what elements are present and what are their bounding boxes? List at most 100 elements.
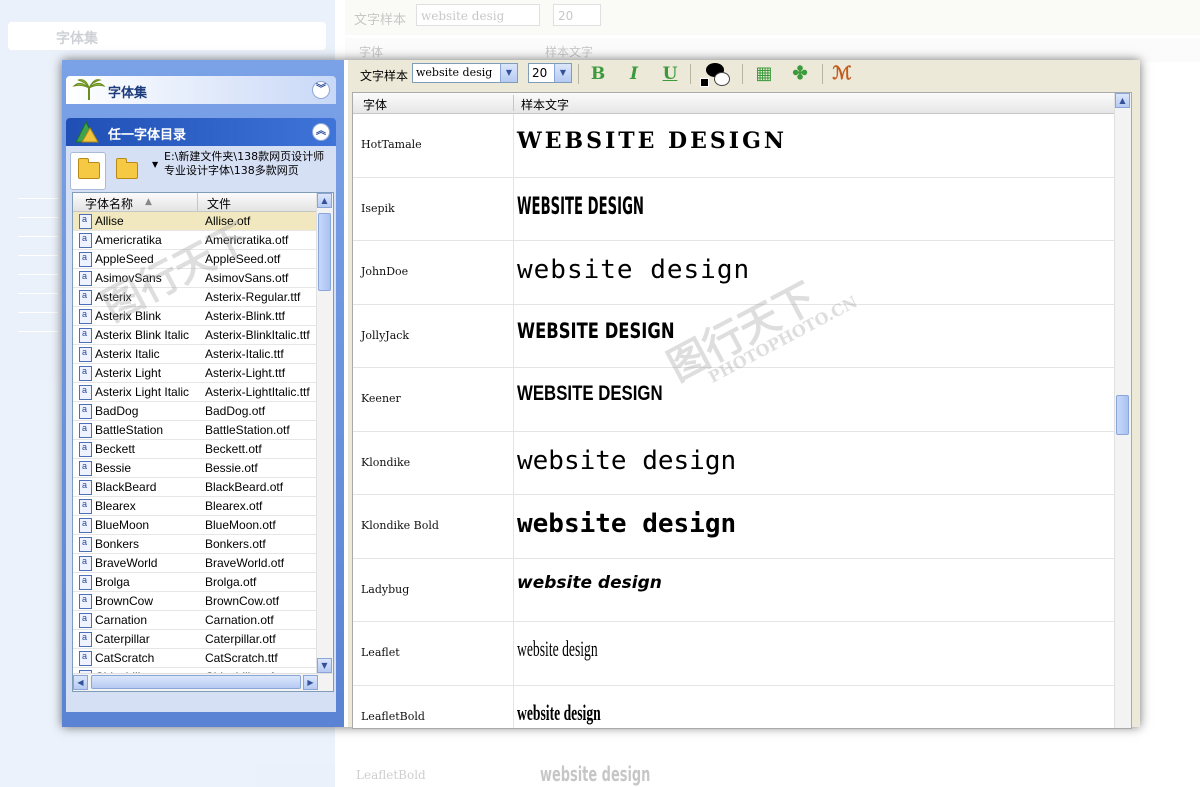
font-file-icon bbox=[79, 252, 92, 267]
file-list-row[interactable]: Asterix Asterix-Regular.ttf bbox=[73, 288, 317, 307]
font-file-icon bbox=[79, 404, 92, 419]
grid-scroll-thumb[interactable] bbox=[1116, 395, 1129, 435]
grid-vscrollbar[interactable]: ▲ bbox=[1114, 93, 1131, 728]
file-list-row[interactable]: BattleStation BattleStation.otf bbox=[73, 421, 317, 440]
file-list-row[interactable]: Asterix Blink Asterix-Blink.ttf bbox=[73, 307, 317, 326]
font-file: Bonkers.otf bbox=[205, 537, 266, 551]
chevron-down-icon[interactable]: ▼ bbox=[500, 64, 517, 82]
scroll-up-icon[interactable]: ▲ bbox=[317, 193, 332, 208]
font-sample-row[interactable]: Keener WEBSITE DESIGN bbox=[353, 368, 1115, 432]
file-list-row[interactable]: Caterpillar Caterpillar.otf bbox=[73, 630, 317, 649]
color-icon[interactable] bbox=[700, 63, 730, 87]
font-file: Asterix-Italic.ttf bbox=[205, 347, 284, 361]
file-list-row[interactable]: BlueMoon BlueMoon.otf bbox=[73, 516, 317, 535]
file-list-row[interactable]: Asterix Light Asterix-Light.ttf bbox=[73, 364, 317, 383]
sample-text-label: 文字样本 bbox=[360, 69, 409, 83]
scroll-right-icon[interactable]: ▶ bbox=[303, 675, 318, 690]
scroll-up-icon[interactable]: ▲ bbox=[1115, 93, 1130, 108]
scroll-thumb[interactable] bbox=[318, 213, 331, 291]
font-sample-row[interactable]: Isepik WEBSITE DESIGN bbox=[353, 177, 1115, 241]
file-list-row[interactable]: Carnation Carnation.otf bbox=[73, 611, 317, 630]
font-sample-row[interactable]: JohnDoe website design bbox=[353, 241, 1115, 305]
file-list-row[interactable]: Beckett Beckett.otf bbox=[73, 440, 317, 459]
file-list-row[interactable]: Blearex Blearex.otf bbox=[73, 497, 317, 516]
font-file-icon bbox=[79, 385, 92, 400]
file-list-row[interactable]: Allise Allise.otf bbox=[73, 212, 317, 231]
font-file: BlackBeard.otf bbox=[205, 480, 284, 494]
file-list-vscrollbar[interactable]: ▲ ▼ bbox=[316, 193, 333, 673]
font-sample-text: WEBSITE DESIGN bbox=[517, 382, 663, 405]
font-sample-row[interactable]: HotTamale WEBSITE DESIGN bbox=[353, 114, 1115, 178]
folder-path: E:\新建文件夹\138款网页设计师专业设计字体\138多款网页 bbox=[164, 150, 325, 177]
file-list-row[interactable]: AsimovSans AsimovSans.otf bbox=[73, 269, 317, 288]
file-list-row[interactable]: Asterix Light Italic Asterix-LightItalic.… bbox=[73, 383, 317, 402]
col-font-name[interactable]: 字体名称 bbox=[85, 195, 133, 212]
file-list-row[interactable]: AppleSeed AppleSeed.otf bbox=[73, 250, 317, 269]
ghost-pane-title: 字体集 bbox=[56, 31, 98, 47]
font-sample-row[interactable]: LeafletBold website design bbox=[353, 685, 1115, 728]
font-sample-row[interactable]: Leaflet website design bbox=[353, 622, 1115, 686]
grid-header: 字体 样本文字 bbox=[353, 93, 1115, 114]
scroll-left-icon[interactable]: ◀ bbox=[73, 675, 88, 690]
font-file: Caterpillar.otf bbox=[205, 632, 276, 646]
font-file: Asterix-BlinkItalic.ttf bbox=[205, 328, 310, 342]
font-sample-row[interactable]: Klondike website design bbox=[353, 431, 1115, 495]
font-file-icon bbox=[79, 613, 92, 628]
font-name: BraveWorld bbox=[95, 556, 158, 570]
bold-button[interactable]: B bbox=[586, 63, 610, 85]
font-file-icon bbox=[79, 575, 92, 590]
chevron-down-icon[interactable]: ▼ bbox=[554, 64, 571, 82]
sample-text-combo[interactable]: website desig ▼ bbox=[412, 63, 518, 83]
grid-icon[interactable]: ▦ bbox=[752, 63, 776, 85]
file-list-row[interactable]: BraveWorld BraveWorld.otf bbox=[73, 554, 317, 573]
font-file-icon bbox=[79, 632, 92, 647]
clover-icon[interactable]: ✤ bbox=[788, 63, 812, 85]
file-list-row[interactable]: Bessie Bessie.otf bbox=[73, 459, 317, 478]
font-collection-header[interactable]: 字体集 ︾ bbox=[66, 76, 336, 104]
font-name: Bessie bbox=[95, 461, 132, 475]
font-tool-icon[interactable]: ℳ bbox=[830, 63, 854, 85]
underline-button[interactable]: U bbox=[658, 63, 682, 85]
file-list-row[interactable]: Americratika Americratika.otf bbox=[73, 231, 317, 250]
font-file: Asterix-Regular.ttf bbox=[205, 290, 301, 304]
open-folder-button[interactable] bbox=[70, 152, 106, 190]
browse-folder-button[interactable] bbox=[108, 152, 144, 190]
column-divider bbox=[513, 368, 514, 431]
file-list-row[interactable]: BlackBeard BlackBeard.otf bbox=[73, 478, 317, 497]
file-list-row[interactable]: Asterix Italic Asterix-Italic.ttf bbox=[73, 345, 317, 364]
font-name: BadDog bbox=[95, 404, 139, 418]
hscroll-thumb[interactable] bbox=[91, 675, 301, 689]
font-name: Isepik bbox=[361, 201, 395, 215]
font-name: LeafletBold bbox=[361, 709, 425, 723]
file-list-row[interactable]: BadDog BadDog.otf bbox=[73, 402, 317, 421]
font-sample-text: website design bbox=[517, 636, 598, 661]
font-file-icon bbox=[79, 499, 92, 514]
path-dropdown-icon[interactable]: ▼ bbox=[152, 160, 158, 169]
font-file-icon bbox=[79, 366, 92, 381]
file-list-hscrollbar[interactable]: ◀ ▶ bbox=[73, 673, 333, 691]
collapse-chevron-icon[interactable]: ︾ bbox=[312, 81, 330, 99]
font-sample-row[interactable]: JollyJack WEBSITE DESIGN bbox=[353, 304, 1115, 368]
font-directory-header[interactable]: 任一字体目录 ︽ bbox=[66, 118, 336, 146]
col-file[interactable]: 文件 bbox=[207, 195, 231, 212]
col-font[interactable]: 字体 bbox=[363, 96, 387, 113]
file-list-row[interactable]: Asterix Blink Italic Asterix-BlinkItalic.… bbox=[73, 326, 317, 345]
font-file: Brolga.otf bbox=[205, 575, 257, 589]
font-file: AppleSeed.otf bbox=[205, 252, 281, 266]
font-size-select[interactable]: 20 ▼ bbox=[528, 63, 572, 83]
ghost-col-sample: 样本文字 bbox=[545, 45, 594, 59]
column-divider bbox=[513, 685, 514, 728]
file-list-row[interactable]: Brolga Brolga.otf bbox=[73, 573, 317, 592]
scroll-down-icon[interactable]: ▼ bbox=[317, 658, 332, 673]
font-sample-row[interactable]: Klondike Bold website design bbox=[353, 495, 1115, 559]
file-list-row[interactable]: BrownCow BrownCow.otf bbox=[73, 592, 317, 611]
file-list-row[interactable]: Bonkers Bonkers.otf bbox=[73, 535, 317, 554]
italic-button[interactable]: I bbox=[622, 63, 646, 85]
expand-chevron-icon[interactable]: ︽ bbox=[312, 123, 330, 141]
font-name: Asterix Italic bbox=[95, 347, 160, 361]
font-sample-row[interactable]: Ladybug website design bbox=[353, 558, 1115, 622]
font-file: Asterix-LightItalic.ttf bbox=[205, 385, 310, 399]
file-list-row[interactable]: CatScratch CatScratch.ttf bbox=[73, 649, 317, 668]
col-sample[interactable]: 样本文字 bbox=[521, 96, 569, 113]
header-divider bbox=[513, 95, 514, 111]
